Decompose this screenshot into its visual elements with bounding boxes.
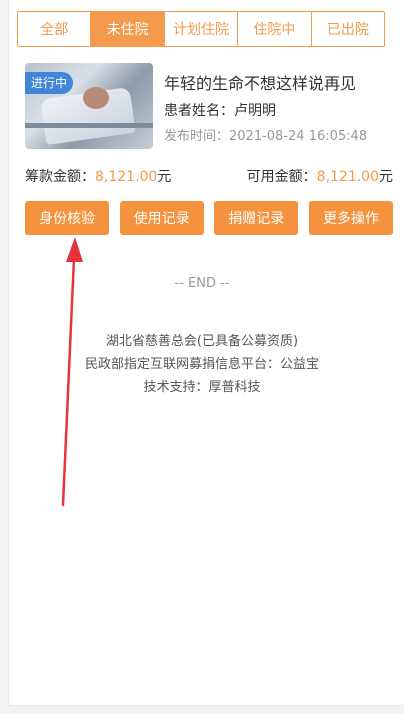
status-tabs: 全部 未住院 计划住院 住院中 已出院: [17, 11, 385, 47]
raised-amount: 筹款金额：8,121.00元: [25, 166, 171, 186]
tab-planned-hospitalization[interactable]: 计划住院: [164, 12, 239, 46]
patient-name-label: 患者姓名：: [164, 103, 234, 119]
footer-organization: 湖北省慈善总会(已具备公募资质): [105, 334, 299, 349]
publish-time-label: 发布时间：: [164, 129, 230, 144]
donation-records-button[interactable]: 捐赠记录: [214, 201, 299, 235]
publish-time-row: 发布时间：2021-08-24 16:05:48: [164, 125, 367, 144]
tab-hospitalized[interactable]: 住院中: [238, 12, 312, 46]
raised-amount-value: 8,121.00: [95, 169, 158, 185]
tab-all[interactable]: 全部: [18, 12, 92, 46]
available-amount: 可用金额：8,121.00元: [247, 166, 393, 186]
patient-name-value: 卢明明: [234, 103, 276, 119]
action-buttons: 身份核验 使用记录 捐赠记录 更多操作: [25, 201, 393, 235]
footer-tech-support: 技术支持：厚普科技: [143, 380, 261, 395]
campaign-thumbnail[interactable]: 进行中: [25, 63, 153, 149]
tab-discharged[interactable]: 已出院: [311, 12, 384, 46]
publish-time-value: 2021-08-24 16:05:48: [229, 129, 368, 144]
status-badge: 进行中: [25, 72, 74, 94]
identity-verify-button[interactable]: 身份核验: [25, 201, 109, 235]
campaign-title[interactable]: 年轻的生命不想这样说再见: [164, 70, 356, 94]
footer-platform: 民政部指定互联网募捐信息平台：公益宝: [84, 357, 319, 372]
available-amount-value: 8,121.00: [316, 169, 379, 185]
available-amount-label: 可用金额：: [246, 169, 317, 185]
raised-amount-label: 筹款金额：: [25, 169, 95, 185]
list-end-marker: -- END --: [174, 276, 230, 291]
tab-not-hospitalized[interactable]: 未住院: [91, 12, 165, 46]
patient-name-row: 患者姓名：卢明明: [164, 100, 276, 120]
usage-records-button[interactable]: 使用记录: [119, 201, 204, 235]
more-actions-button[interactable]: 更多操作: [308, 201, 393, 235]
footer: 湖北省慈善总会(已具备公募资质) 民政部指定互联网募捐信息平台：公益宝 技术支持…: [0, 330, 404, 399]
thumbnail-patient-shape: [83, 87, 109, 109]
raised-amount-unit: 元: [157, 169, 172, 185]
thumbnail-rail-shape: [25, 123, 153, 128]
available-amount-unit: 元: [379, 169, 393, 185]
